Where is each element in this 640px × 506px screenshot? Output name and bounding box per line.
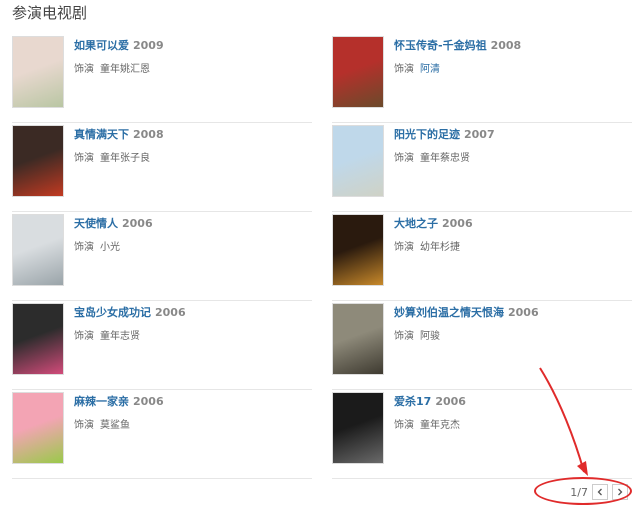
- annotation-arrow: [539, 367, 588, 476]
